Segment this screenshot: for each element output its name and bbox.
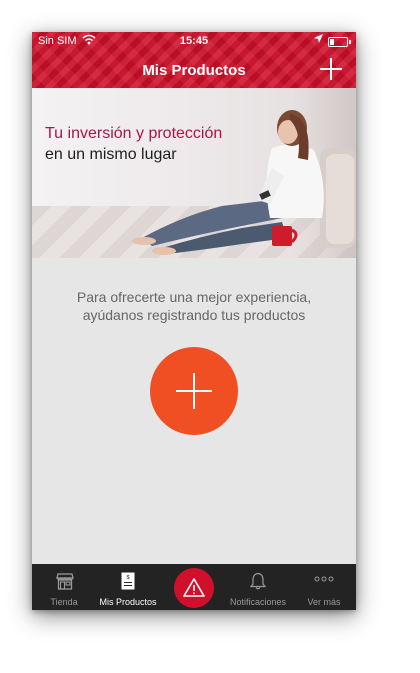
- tab-tienda-label: Tienda: [50, 597, 78, 607]
- alert-icon: [183, 578, 205, 597]
- add-product-button[interactable]: [318, 56, 344, 82]
- more-icon: [314, 576, 334, 582]
- banner-headline-line1: Tu inversión y protección: [45, 125, 223, 142]
- document-icon: $: [121, 572, 135, 590]
- status-bar: Sin SIM 15:45: [32, 32, 356, 50]
- alert-button[interactable]: [174, 568, 214, 608]
- tab-ver-mas[interactable]: Ver más: [292, 564, 356, 610]
- tab-mis-productos[interactable]: $ Mis Productos: [96, 564, 160, 610]
- top-bar: Sin SIM 15:45 Mis Productos: [32, 32, 356, 88]
- tab-notificaciones-label: Notificaciones: [229, 597, 287, 607]
- bell-icon: [249, 572, 267, 590]
- main-content: Para ofrecerte una mejor experiencia, ay…: [32, 258, 356, 564]
- woman-reading-photo: [132, 110, 356, 255]
- store-icon: [56, 573, 74, 590]
- phone-screen: Sin SIM 15:45 Mis Productos Tu inversión…: [32, 32, 356, 610]
- svg-text:$: $: [126, 575, 129, 581]
- promo-banner: Tu inversión y protección en un mismo lu…: [32, 88, 356, 258]
- banner-headline-line2: en un mismo lugar: [45, 146, 177, 163]
- tab-mis-productos-label: Mis Productos: [99, 597, 157, 607]
- battery-icon: [328, 37, 351, 47]
- page-title: Mis Productos: [142, 62, 246, 79]
- status-time: 15:45: [179, 35, 209, 47]
- register-message: Para ofrecerte una mejor experiencia, ay…: [42, 288, 346, 324]
- register-message-line1: Para ofrecerte una mejor experiencia,: [76, 289, 312, 305]
- tab-ver-mas-label: Ver más: [307, 597, 341, 607]
- register-product-button[interactable]: [150, 347, 238, 435]
- tab-notificaciones[interactable]: Notificaciones: [224, 564, 292, 610]
- register-message-line2: ayúdanos registrando tus productos: [82, 307, 306, 323]
- tab-bar: Tienda $ Mis Productos Notificaciones Ve…: [32, 564, 356, 610]
- tab-tienda[interactable]: Tienda: [32, 564, 96, 610]
- location-arrow-icon: [314, 34, 323, 46]
